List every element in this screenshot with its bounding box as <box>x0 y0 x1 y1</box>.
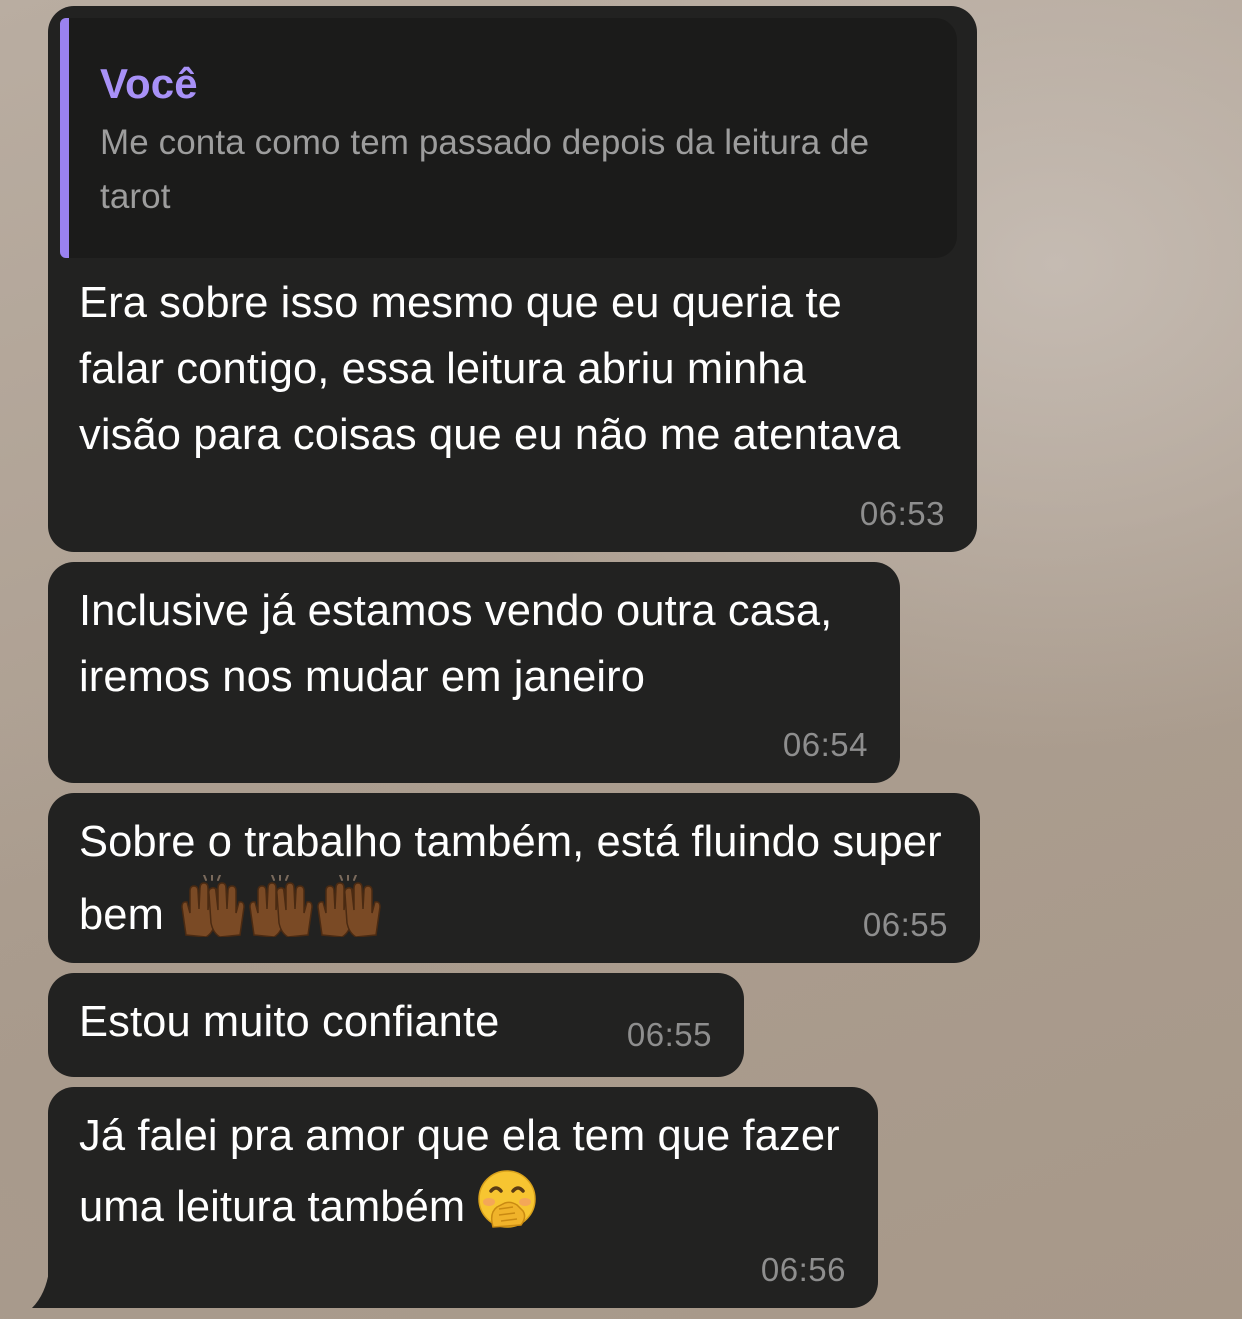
message-bubble[interactable]: Você Me conta como tem passado depois da… <box>48 6 977 552</box>
message-text-content: Já falei pra amor que ela tem que fazer … <box>79 1112 840 1231</box>
message-text: Inclusive já estamos vendo outra casa, i… <box>79 587 833 701</box>
message-text: Era sobre isso mesmo que eu queria te fa… <box>79 279 901 459</box>
message-time: 06:55 <box>862 906 948 943</box>
message-text: Estou muito confiante <box>79 998 500 1046</box>
reply-text: Me conta como tem passado depois da leit… <box>100 123 870 216</box>
message-bubble[interactable]: Já falei pra amor que ela tem que fazer … <box>48 1087 878 1308</box>
message-bubble[interactable]: Estou muito confiante 06:55 <box>48 973 744 1077</box>
reply-author: Você <box>100 60 198 107</box>
message-time: 06:55 <box>626 1016 712 1053</box>
raising-hands-icon <box>176 874 384 956</box>
message-text: Sobre o trabalho também, está fluindo su… <box>79 809 959 956</box>
reply-quote[interactable]: Você Me conta como tem passado depois da… <box>60 18 957 258</box>
message-time: 06:56 <box>760 1251 846 1288</box>
message-time: 06:54 <box>782 726 868 763</box>
message-list[interactable]: Você Me conta como tem passado depois da… <box>0 0 1242 1319</box>
message-bubble[interactable]: Sobre o trabalho também, está fluindo su… <box>48 793 980 963</box>
message-time: 06:53 <box>859 495 945 532</box>
bubble-tail <box>32 1262 70 1308</box>
message-bubble[interactable]: Inclusive já estamos vendo outra casa, i… <box>48 562 900 783</box>
face-with-hand-over-mouth-icon <box>477 1169 537 1248</box>
message-text: Já falei pra amor que ela tem que fazer … <box>79 1103 859 1248</box>
